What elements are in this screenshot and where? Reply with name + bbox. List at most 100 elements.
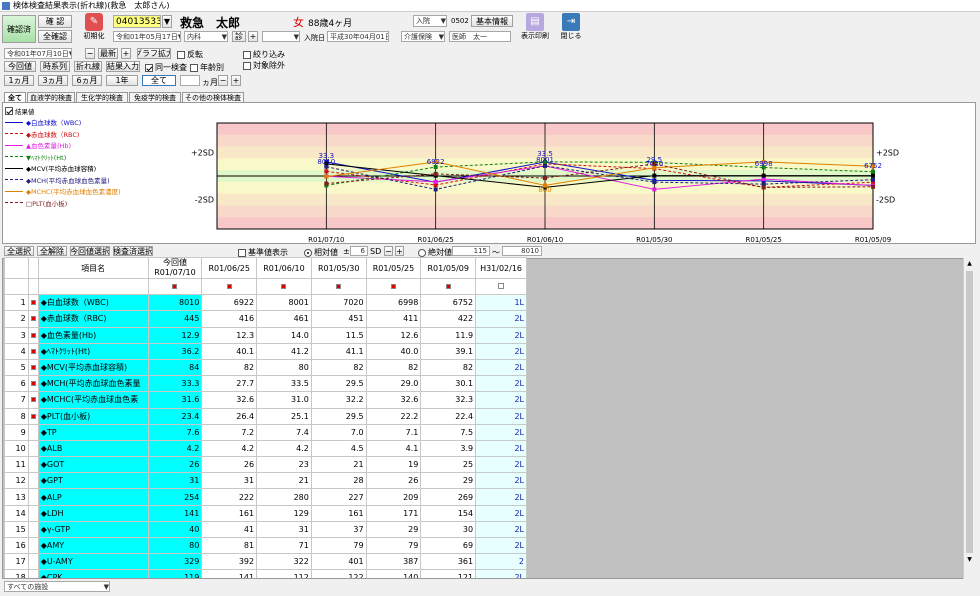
row-select-checkbox[interactable] — [27, 456, 39, 474]
row-select-checkbox[interactable] — [27, 407, 39, 425]
ward-button[interactable]: 診 — [232, 31, 246, 42]
table-row[interactable]: 17 ◆U-AMY 329 392 322 401 387 361 2 — [4, 553, 527, 571]
table-row[interactable]: 12 ◆GPT 31 31 21 28 26 29 2L — [4, 472, 527, 490]
row-select-checkbox[interactable] — [27, 504, 39, 522]
table-row[interactable]: 6 ◆MCH(平均赤血球血色素量 33.3 27.7 33.5 29.5 29.0 30.1 2… — [4, 375, 527, 393]
header-date[interactable]: R01/05/30 — [310, 257, 367, 279]
row-select-checkbox[interactable] — [27, 423, 39, 441]
row-select-checkbox[interactable] — [27, 326, 39, 344]
row-select-checkbox[interactable] — [27, 294, 39, 312]
table-row[interactable]: 3 ◆血色素量(Hb) 12.9 12.3 14.0 11.5 12.6 11.9 2L — [4, 326, 527, 344]
table-row[interactable]: 8 ◆PLT(血小板) 23.4 26.4 25.1 29.5 22.2 22.4 2L — [4, 407, 527, 425]
months-plus-button[interactable]: + — [231, 75, 241, 86]
table-row[interactable]: 1 ◆白血球数（WBC) 8010 6922 8001 7020 6998 6752 1L — [4, 294, 527, 312]
kind-select[interactable]: 入院 ▼ — [413, 15, 447, 27]
table-row[interactable]: 18 ◆CPK 119 141 112 122 140 121 2L — [4, 569, 527, 578]
result-input-button[interactable]: 結果入力 — [106, 61, 140, 72]
admit-date-field[interactable]: 平成30年04月01日▼ — [327, 31, 389, 42]
current-select-button[interactable]: 今回値選択 — [70, 246, 110, 256]
doctor-field[interactable]: 医師 太一 — [449, 31, 511, 42]
row-select-checkbox[interactable] — [27, 472, 39, 490]
column-select-checkbox[interactable] — [420, 277, 477, 296]
column-select-checkbox[interactable] — [256, 277, 312, 296]
init-button[interactable]: ✎ 初期化 — [80, 13, 108, 45]
range-1m-button[interactable]: 1ヵ月 — [4, 75, 34, 86]
row-select-checkbox[interactable] — [27, 520, 39, 539]
results-grid[interactable]: 項目名 今回値 R01/07/10 R01/06/25 R01/06/10 R01… — [4, 257, 527, 578]
scroll-thumb[interactable] — [966, 271, 973, 553]
row-select-checkbox[interactable] — [27, 310, 39, 328]
invert-checkbox[interactable]: 反転 — [177, 49, 203, 60]
sd-minus-button[interactable]: − — [384, 246, 393, 256]
header-date[interactable]: R01/06/10 — [256, 257, 312, 279]
range-6m-button[interactable]: 6ヵ月 — [72, 75, 102, 86]
abs-to-field[interactable]: 8010 — [502, 246, 542, 256]
column-select-checkbox[interactable] — [310, 277, 367, 296]
table-row[interactable]: 4 ◆ﾍﾏﾄｸﾘｯﾄ(Ht) 36.2 40.1 41.2 41.1 40.0 39.1 2L — [4, 342, 527, 360]
row-select-checkbox[interactable] — [27, 488, 39, 506]
table-row[interactable]: 7 ◆MCHC(平均赤血球血色素 31.6 32.6 31.0 32.2 32.6 32.3 2… — [4, 391, 527, 409]
date-plus-button[interactable]: + — [121, 48, 131, 59]
insurance-field[interactable]: 介護保険 ▼ — [401, 31, 445, 42]
row-select-checkbox[interactable] — [27, 536, 39, 555]
tab-all[interactable]: 全て — [4, 92, 26, 102]
scroll-up-icon[interactable]: ▲ — [964, 258, 975, 270]
header-date[interactable]: R01/06/25 — [201, 257, 258, 279]
confirm-all-button[interactable]: 全確認 — [38, 30, 72, 43]
table-row[interactable]: 10 ◆ALB 4.2 4.2 4.2 4.5 4.1 3.9 2L — [4, 439, 527, 458]
filter-checkbox[interactable]: 絞り込み — [243, 49, 285, 60]
table-row[interactable]: 14 ◆LDH 141 161 129 161 171 154 2L — [4, 504, 527, 522]
months-minus-button[interactable]: − — [218, 75, 228, 86]
timeseries-button[interactable]: 時系列 — [40, 61, 70, 72]
column-select-checkbox[interactable] — [475, 277, 527, 296]
tab-hematology[interactable]: 血液学的検査 — [27, 92, 75, 102]
display-date-select[interactable]: 令和01年07月10日▼ — [4, 48, 72, 59]
column-select-checkbox[interactable] — [201, 277, 258, 296]
dept-field[interactable]: 内科 ▼ — [184, 31, 228, 42]
column-select-checkbox[interactable] — [365, 277, 422, 296]
months-field[interactable] — [180, 75, 200, 86]
header-date[interactable]: H31/02/16 — [475, 257, 527, 279]
table-row[interactable]: 2 ◆赤血球数（RBC) 445 416 461 451 411 422 2L — [4, 310, 527, 328]
row-select-checkbox[interactable] — [27, 569, 39, 578]
tab-immunology[interactable]: 免疫学的検査 — [129, 92, 181, 102]
date-minus-button[interactable]: − — [85, 48, 95, 59]
basic-info-button[interactable]: 基本情報 — [471, 15, 513, 27]
exclude-checkbox[interactable]: 対象除外 — [243, 60, 285, 71]
header-date[interactable]: R01/05/25 — [365, 257, 422, 279]
abs-from-field[interactable]: 115 — [452, 246, 490, 256]
table-row[interactable]: 13 ◆ALP 254 222 280 227 209 269 2L — [4, 488, 527, 506]
tab-other[interactable]: その他の検体検査 — [182, 92, 244, 102]
range-all-button[interactable]: 全て — [142, 75, 176, 86]
tab-biochemistry[interactable]: 生化学的検査 — [76, 92, 128, 102]
range-1y-button[interactable]: 1年 — [106, 75, 138, 86]
sd-field[interactable]: 6 — [350, 246, 368, 256]
ward-plus-button[interactable]: + — [248, 31, 258, 42]
done-select-button[interactable]: 検査済選択 — [113, 246, 153, 256]
close-button[interactable]: ⇥ 閉じる — [558, 13, 584, 45]
latest-button[interactable]: 最新 — [98, 48, 118, 59]
confirm-pending-button[interactable]: 確認済 — [2, 15, 36, 43]
facility-select[interactable]: すべての施設 ▼ — [4, 581, 110, 592]
by-year-checkbox[interactable]: 年齢別 — [190, 62, 224, 73]
row-select-checkbox[interactable] — [27, 391, 39, 409]
table-row[interactable]: 11 ◆GOT 26 26 23 21 19 25 2L — [4, 456, 527, 474]
patient-id-field[interactable]: 04013533 — [113, 15, 161, 28]
vertical-scrollbar[interactable]: ▲ ▼ — [963, 258, 975, 579]
clear-all-button[interactable]: 全解除 — [37, 246, 67, 256]
column-select-checkbox[interactable] — [147, 277, 203, 296]
graph-zoom-button[interactable]: グラフ拡大 — [137, 48, 171, 59]
same-test-checkbox[interactable]: 同一検査 — [145, 62, 187, 73]
row-select-checkbox[interactable] — [27, 358, 39, 377]
room-field[interactable]: ▼ — [262, 31, 300, 42]
date-select[interactable]: 令和01年05月17日▼ — [113, 31, 181, 42]
table-row[interactable]: 5 ◆MCV(平均赤血球容積) 84 82 80 82 82 82 2L — [4, 358, 527, 377]
row-select-checkbox[interactable] — [27, 439, 39, 458]
sd-plus-button[interactable]: + — [395, 246, 404, 256]
confirm-button[interactable]: 確 認 — [38, 15, 72, 28]
print-button[interactable]: ▤ 表示印刷 — [520, 13, 550, 45]
current-value-button[interactable]: 今回値 — [4, 61, 36, 72]
row-select-checkbox[interactable] — [27, 553, 39, 571]
row-select-checkbox[interactable] — [27, 342, 39, 360]
row-select-checkbox[interactable] — [27, 375, 39, 393]
